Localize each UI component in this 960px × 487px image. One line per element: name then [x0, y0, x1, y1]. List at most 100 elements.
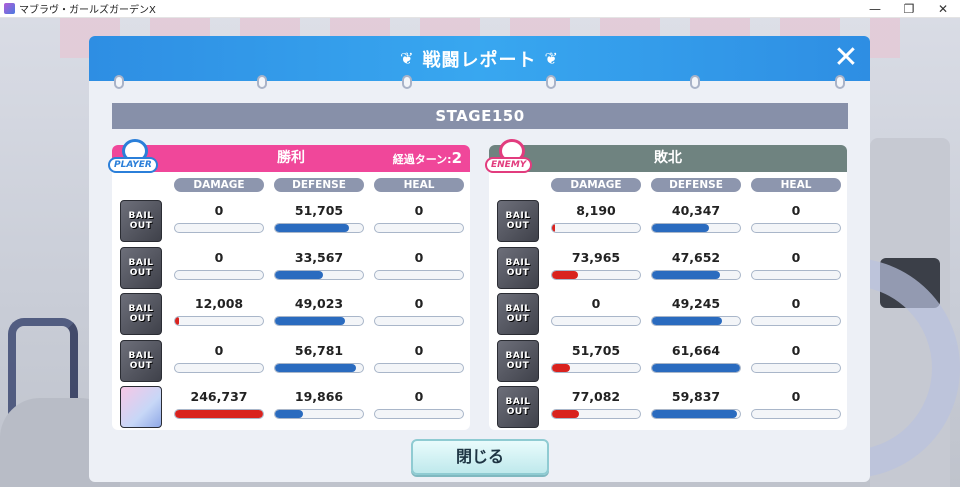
binder-rings — [89, 75, 870, 93]
damage-bar-fill — [552, 270, 579, 279]
bail-out-label: BAIL — [505, 397, 531, 407]
damage-stat: 73,965 — [551, 246, 641, 290]
damage-stat: 0 — [174, 246, 264, 290]
heal-bar — [751, 409, 841, 419]
unit-avatar[interactable]: BAIL OUT — [120, 246, 162, 289]
unit-row: 246,737 19,866 0 — [120, 385, 465, 429]
defense-bar-fill — [652, 224, 710, 232]
damage-value: 246,737 — [190, 389, 248, 404]
defense-stat: 40,347 — [651, 199, 741, 243]
bail-out-label: OUT — [129, 267, 153, 278]
damage-value: 73,965 — [571, 249, 621, 265]
defense-header: DEFENSE — [651, 178, 741, 192]
defense-stat: 49,023 — [274, 292, 364, 336]
window-controls: — ❐ ✕ — [858, 0, 960, 18]
minimize-button[interactable]: — — [858, 0, 892, 18]
damage-header: DAMAGE — [174, 178, 264, 192]
damage-stat: 246,737 — [174, 385, 264, 429]
defense-value: 61,664 — [671, 342, 721, 358]
bail-out-label: BAIL — [505, 211, 531, 221]
app-icon — [4, 3, 15, 14]
heal-header: HEAL — [374, 178, 464, 192]
defense-stat: 33,567 — [274, 246, 364, 290]
heal-value: 0 — [791, 203, 801, 218]
bail-out-label: OUT — [506, 314, 530, 324]
close-icon[interactable]: ✕ — [830, 42, 862, 74]
heal-bar — [374, 223, 464, 233]
defense-value: 56,781 — [294, 342, 344, 358]
heal-bar — [751, 316, 841, 326]
dialog-body: STAGE150 PLAYER 勝利 経過ターン:2 DAMAGE DEFENS… — [89, 75, 870, 482]
damage-stat: 12,008 — [174, 292, 264, 336]
heal-value: 0 — [414, 389, 424, 404]
player-column-headers: DAMAGE DEFENSE HEAL — [174, 178, 464, 192]
heal-bar — [374, 269, 464, 280]
damage-value: 51,705 — [571, 342, 621, 358]
defense-bar-fill — [652, 317, 723, 325]
unit-avatar[interactable]: BAIL OUT — [497, 200, 539, 242]
heal-value: 0 — [414, 203, 424, 218]
ring-icon — [402, 75, 412, 89]
maximize-button[interactable]: ❐ — [892, 0, 926, 18]
window-close-button[interactable]: ✕ — [926, 0, 960, 18]
bail-out-label: OUT — [129, 221, 153, 231]
unit-avatar[interactable]: BAIL OUT — [120, 200, 162, 242]
bail-out-label: OUT — [506, 221, 530, 231]
ring-icon — [257, 75, 267, 89]
defense-bar-fill — [275, 270, 323, 279]
heal-stat: 0 — [374, 292, 464, 336]
damage-value: 77,082 — [571, 389, 621, 404]
unit-row: BAIL OUT 77,082 59,837 0 — [497, 385, 842, 429]
unit-avatar[interactable] — [120, 386, 162, 428]
unit-avatar[interactable]: BAIL OUT — [497, 293, 539, 335]
heal-stat: 0 — [374, 385, 464, 429]
enemy-column-headers: DAMAGE DEFENSE HEAL — [551, 178, 841, 192]
unit-row: BAIL OUT 0 49,245 0 — [497, 292, 842, 336]
ring-icon — [114, 75, 124, 89]
unit-avatar[interactable]: BAIL OUT — [120, 339, 162, 382]
heal-stat: 0 — [374, 246, 464, 290]
heal-stat: 0 — [374, 199, 464, 243]
unit-avatar[interactable]: BAIL OUT — [120, 293, 162, 335]
heal-stat: 0 — [374, 339, 464, 383]
damage-stat: 0 — [174, 339, 264, 383]
damage-bar — [551, 362, 641, 373]
damage-bar-fill — [552, 224, 555, 232]
unit-row: BAIL OUT 8,190 40,347 0 — [497, 199, 842, 243]
ring-icon — [835, 75, 845, 89]
defense-bar — [274, 362, 364, 373]
window-title: マブラヴ・ガールズガーデンX — [19, 5, 156, 16]
bail-out-label: OUT — [506, 360, 530, 371]
ring-icon — [690, 75, 700, 89]
damage-bar — [174, 223, 264, 233]
ring-icon — [546, 75, 556, 89]
unit-avatar[interactable]: BAIL OUT — [497, 339, 539, 382]
defense-bar — [651, 316, 741, 326]
defense-bar — [274, 223, 364, 233]
damage-stat: 8,190 — [551, 199, 641, 243]
defense-stat: 19,866 — [274, 385, 364, 429]
unit-avatar[interactable]: BAIL OUT — [497, 386, 539, 428]
heal-value: 0 — [414, 296, 424, 311]
damage-bar — [174, 269, 264, 280]
damage-bar — [174, 316, 264, 326]
heal-bar — [374, 409, 464, 419]
defense-stat: 51,705 — [274, 199, 364, 243]
player-panel: PLAYER 勝利 経過ターン:2 DAMAGE DEFENSE HEAL BA… — [108, 139, 470, 430]
heal-stat: 0 — [751, 199, 841, 243]
heal-value: 0 — [791, 249, 801, 265]
damage-bar — [174, 362, 264, 373]
heal-bar — [751, 269, 841, 280]
defense-value: 19,866 — [294, 389, 344, 404]
defense-stat: 56,781 — [274, 339, 364, 383]
heal-bar — [751, 362, 841, 373]
damage-value: 12,008 — [194, 296, 244, 311]
defense-stat: 61,664 — [651, 339, 741, 383]
close-button[interactable]: 閉じる — [411, 439, 549, 475]
damage-bar-fill — [552, 410, 580, 418]
window-titlebar: マブラヴ・ガールズガーデンX — ❐ ✕ — [0, 0, 960, 18]
defense-value: 59,837 — [671, 389, 721, 404]
bail-out-label: BAIL — [128, 211, 154, 221]
unit-avatar[interactable]: BAIL OUT — [497, 246, 539, 289]
dialog-title: 戦闘レポート — [422, 49, 537, 71]
